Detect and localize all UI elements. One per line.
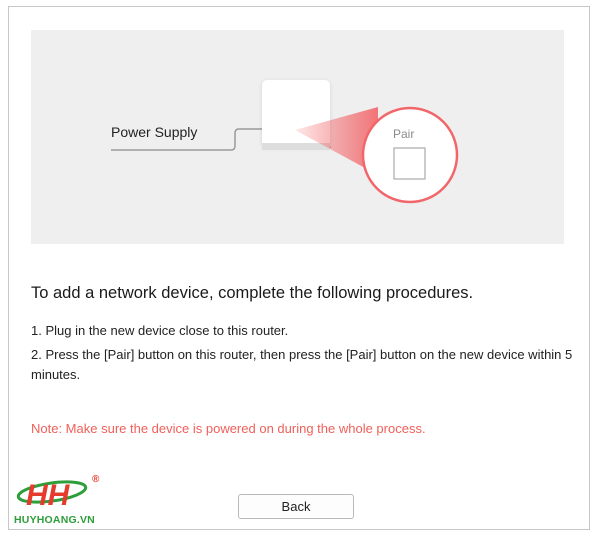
power-note: Note: Make sure the device is powered on… — [31, 421, 426, 436]
svg-text:HH: HH — [26, 479, 71, 512]
watermark-text: HUYHOANG.VN — [14, 514, 95, 526]
instructions-heading: To add a network device, complete the fo… — [31, 284, 474, 302]
step-1-text: 1. Plug in the new device close to this … — [31, 323, 289, 338]
router-base — [262, 143, 330, 150]
power-supply-label: Power Supply — [111, 124, 198, 140]
back-button[interactable]: Back — [238, 494, 354, 519]
pair-label: Pair — [393, 127, 415, 141]
step-2-text: 2. Press the [Pair] button on this route… — [31, 347, 573, 382]
pair-button-icon — [393, 147, 426, 180]
registered-mark: ® — [92, 474, 100, 485]
